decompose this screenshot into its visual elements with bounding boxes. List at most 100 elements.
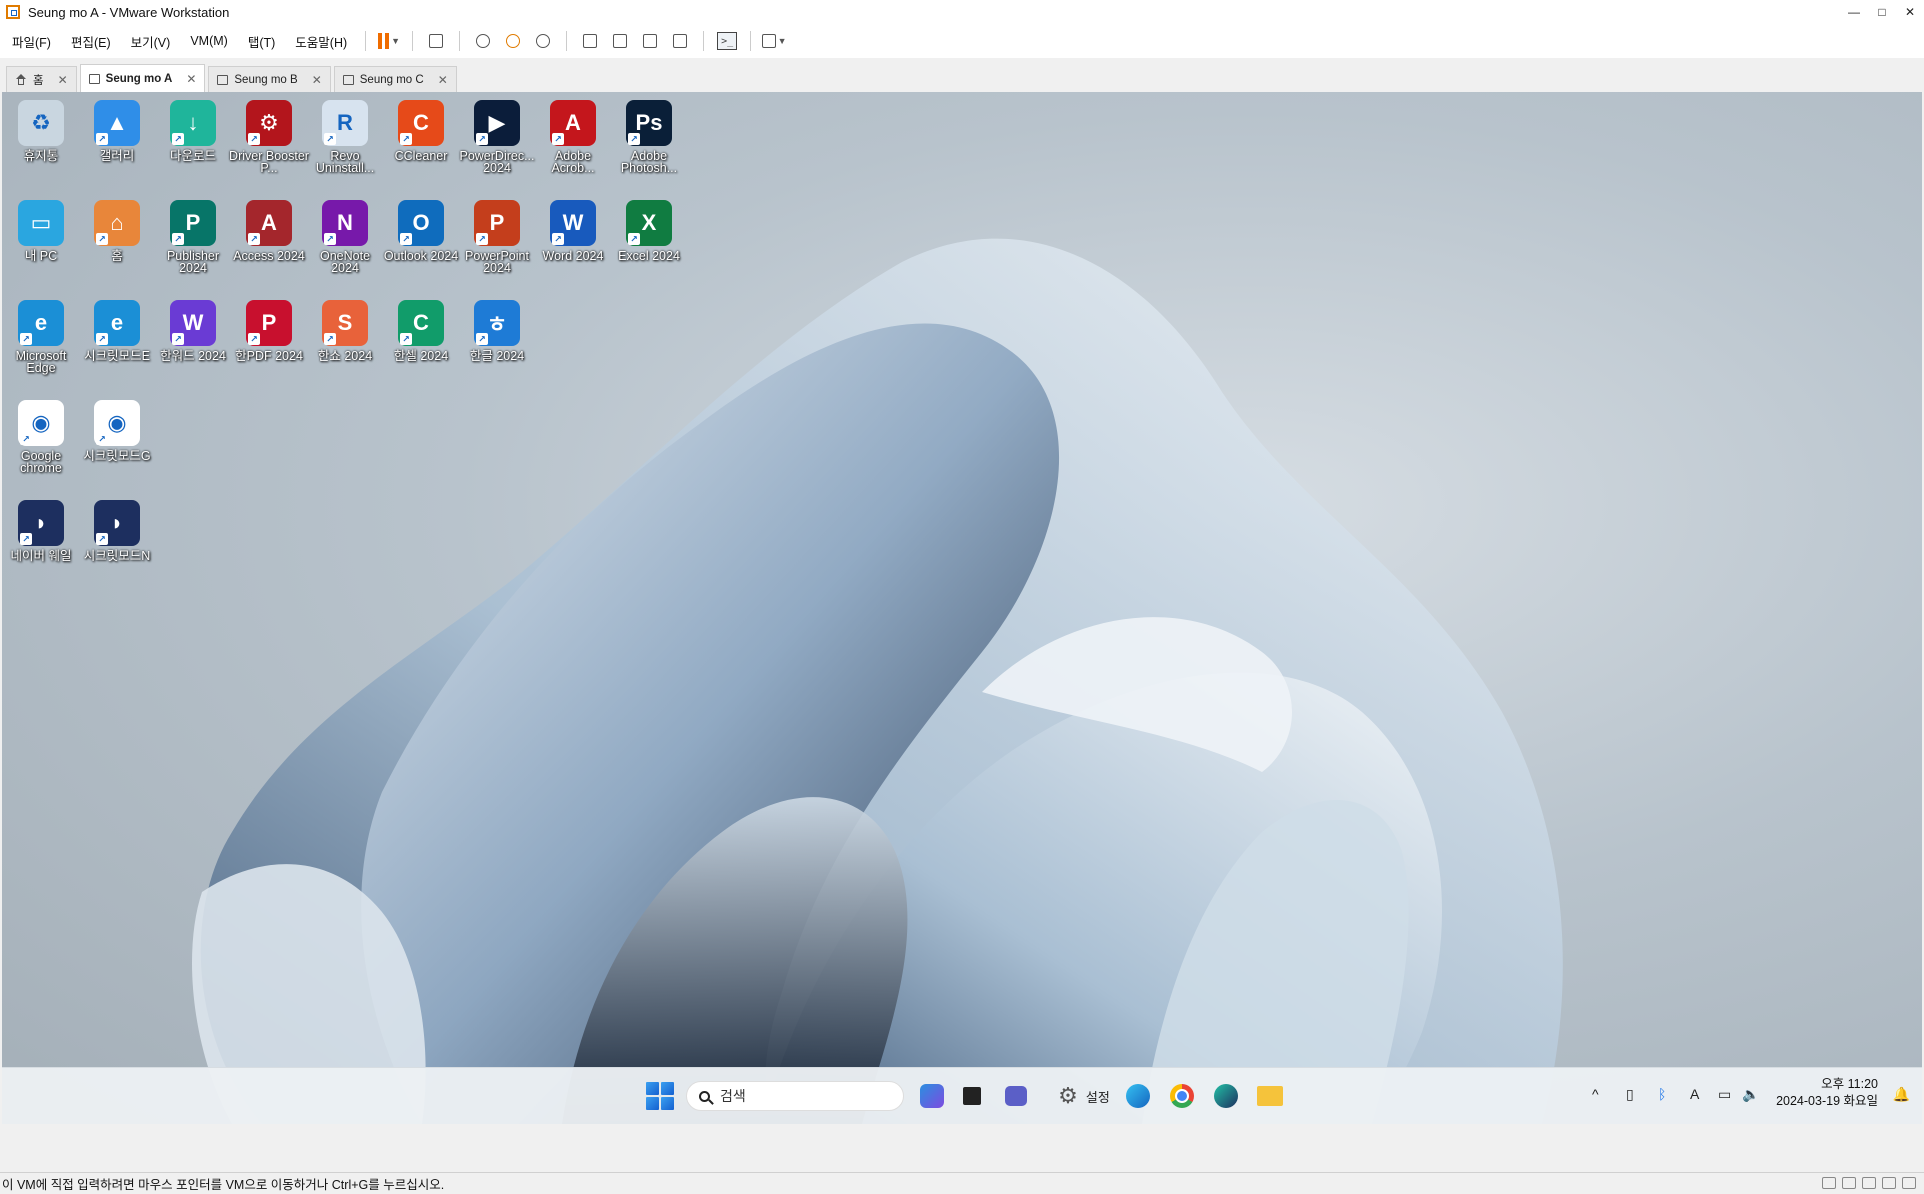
tab-seung-mo-a[interactable]: Seung mo A ✕ bbox=[79, 64, 206, 92]
shortcut-label: 한쇼 2024 bbox=[317, 349, 373, 363]
maximize-button[interactable]: □ bbox=[1868, 0, 1896, 24]
stretch-button[interactable]: ▼ bbox=[761, 28, 787, 54]
pause-button[interactable]: ▼ bbox=[376, 28, 402, 54]
network-status-icon[interactable] bbox=[1862, 1177, 1876, 1189]
shortcut-arrow-icon: ↗ bbox=[476, 133, 488, 145]
desktop-shortcut[interactable]: A ↗ Access 2024 bbox=[232, 200, 306, 262]
notification-bell-icon[interactable]: 🔔 bbox=[1893, 1086, 1910, 1103]
show-library-button[interactable] bbox=[577, 28, 603, 54]
desktop-shortcut[interactable]: ◗ ↗ 네이버 웨일 bbox=[4, 500, 78, 562]
cd-status-icon[interactable] bbox=[1842, 1177, 1856, 1189]
bluetooth-icon[interactable]: ᛒ bbox=[1658, 1086, 1666, 1102]
taskbar-file-explorer[interactable] bbox=[1254, 1080, 1286, 1112]
icon-glyph: X bbox=[641, 210, 657, 235]
close-icon[interactable]: ✕ bbox=[438, 73, 448, 87]
vm-display[interactable]: ♻ 휴지통 ▲ ↗ 갤러리 ↓ ↗ 다운로드 ⚙ ↗ Driver Booster P... R ↗ Re… bbox=[2, 92, 1922, 1124]
unity-button[interactable] bbox=[667, 28, 693, 54]
taskbar-search[interactable]: 검색 bbox=[686, 1080, 904, 1112]
desktop-shortcut[interactable]: e ↗ Microsoft Edge bbox=[4, 300, 78, 374]
desktop-shortcut[interactable]: O ↗ Outlook 2024 bbox=[384, 200, 458, 262]
desktop-shortcut[interactable]: P ↗ 한PDF 2024 bbox=[232, 300, 306, 362]
powerpoint-icon: P ↗ bbox=[474, 200, 520, 246]
desktop-shortcut[interactable]: C ↗ 한셀 2024 bbox=[384, 300, 458, 362]
desktop-shortcut[interactable]: N ↗ OneNote 2024 bbox=[308, 200, 382, 274]
menu-help[interactable]: 도움말(H) bbox=[285, 32, 357, 51]
desktop-shortcut[interactable]: ㅎ ↗ 한글 2024 bbox=[460, 300, 534, 362]
snapshot-icon bbox=[476, 34, 491, 48]
display-status-icon[interactable] bbox=[1902, 1177, 1916, 1189]
shortcut-arrow-icon: ↗ bbox=[476, 333, 488, 345]
menu-edit[interactable]: 편집(E) bbox=[61, 32, 121, 51]
shortcut-arrow-icon: ↗ bbox=[628, 133, 640, 145]
menu-tabs[interactable]: 탭(T) bbox=[238, 32, 285, 51]
menu-file[interactable]: 파일(F) bbox=[0, 32, 61, 51]
desktop-shortcut[interactable]: Ps ↗ Adobe Photosh... bbox=[612, 100, 686, 174]
desktop-shortcut[interactable]: e ↗ 시크릿모드E bbox=[80, 300, 154, 362]
console-button[interactable]: >_ bbox=[714, 28, 740, 54]
send-ctrl-alt-del-button[interactable] bbox=[423, 28, 449, 54]
icon-glyph: ㅎ bbox=[486, 312, 508, 337]
desktop-shortcut[interactable]: W ↗ 한워드 2024 bbox=[156, 300, 230, 362]
desktop-shortcut[interactable]: A ↗ Adobe Acrob... bbox=[536, 100, 610, 174]
desktop-shortcut[interactable]: X ↗ Excel 2024 bbox=[612, 200, 686, 262]
close-button[interactable]: ✕ bbox=[1896, 0, 1924, 24]
full-screen-button[interactable] bbox=[637, 28, 663, 54]
desktop-shortcut[interactable]: R ↗ Revo Uninstall... bbox=[308, 100, 382, 174]
downloads-folder-icon: ↓ ↗ bbox=[170, 100, 216, 146]
icon-glyph: P bbox=[261, 310, 277, 335]
close-icon[interactable]: ✕ bbox=[186, 72, 196, 86]
desktop-shortcut[interactable]: P ↗ Publisher 2024 bbox=[156, 200, 230, 274]
desktop-shortcut[interactable]: C ↗ CCleaner bbox=[384, 100, 458, 162]
tray-overflow-chevron-icon[interactable]: ^ bbox=[1592, 1086, 1599, 1102]
taskbar-chat[interactable] bbox=[1000, 1080, 1032, 1112]
taskbar-clock[interactable]: 오후 11:20 2024-03-19 화요일 bbox=[1776, 1076, 1878, 1110]
desktop-shortcut[interactable]: S ↗ 한쇼 2024 bbox=[308, 300, 382, 362]
sound-status-icon[interactable] bbox=[1882, 1177, 1896, 1189]
shortcut-label: Word 2024 bbox=[542, 249, 604, 263]
revert-snapshot-button[interactable] bbox=[500, 28, 526, 54]
desktop-shortcut[interactable]: ◉ ↗ Google chrome bbox=[4, 400, 78, 474]
hdd-status-icon[interactable] bbox=[1822, 1177, 1836, 1189]
desktop-shortcut[interactable]: ♻ 휴지통 bbox=[4, 100, 78, 162]
shortcut-arrow-icon: ↗ bbox=[20, 533, 32, 545]
volume-icon[interactable]: 🔈 bbox=[1742, 1086, 1759, 1103]
minimize-button[interactable]: — bbox=[1840, 0, 1868, 24]
desktop-shortcut[interactable]: ▭ 내 PC bbox=[4, 200, 78, 262]
shortcut-label: 한셀 2024 bbox=[393, 349, 449, 363]
menu-vm[interactable]: VM(M) bbox=[180, 34, 238, 48]
ime-indicator[interactable]: A bbox=[1690, 1086, 1699, 1102]
tab-seung-mo-c[interactable]: Seung mo C ✕ bbox=[333, 66, 457, 92]
thumbnail-bar-button[interactable] bbox=[607, 28, 633, 54]
edge-icon: e ↗ bbox=[18, 300, 64, 346]
gallery-icon: ▲ ↗ bbox=[94, 100, 140, 146]
desktop-shortcut[interactable]: ⚙ ↗ Driver Booster P... bbox=[229, 100, 309, 174]
adobe-acrobat-icon: A ↗ bbox=[550, 100, 596, 146]
tab-seung-mo-b[interactable]: Seung mo B ✕ bbox=[208, 66, 331, 92]
usb-icon[interactable]: ▯ bbox=[1626, 1086, 1634, 1103]
desktop-shortcut[interactable]: P ↗ PowerPoint 2024 bbox=[460, 200, 534, 274]
snapshot-manager-button[interactable] bbox=[530, 28, 556, 54]
desktop-shortcut[interactable]: ◗ ↗ 시크릿모드N bbox=[80, 500, 154, 562]
menu-view[interactable]: 보기(V) bbox=[121, 32, 181, 51]
desktop-shortcut[interactable]: ↓ ↗ 다운로드 bbox=[156, 100, 230, 162]
thumbnail-icon bbox=[613, 34, 628, 48]
tab-home[interactable]: 홈 ✕ bbox=[6, 66, 77, 92]
snapshot-button[interactable] bbox=[470, 28, 496, 54]
start-button[interactable] bbox=[646, 1080, 674, 1112]
close-icon[interactable]: ✕ bbox=[58, 73, 68, 87]
desktop-shortcut[interactable]: ▲ ↗ 갤러리 bbox=[80, 100, 154, 162]
desktop-shortcut[interactable]: W ↗ Word 2024 bbox=[536, 200, 610, 262]
desktop-shortcut[interactable]: ▶ ↗ PowerDirec... 2024 bbox=[459, 100, 535, 174]
taskbar-chrome[interactable] bbox=[1166, 1080, 1198, 1112]
desktop-shortcut[interactable]: ⌂ ↗ 홈 bbox=[80, 200, 154, 262]
close-icon[interactable]: ✕ bbox=[312, 73, 322, 87]
taskbar-task-view[interactable] bbox=[956, 1080, 988, 1112]
desktop-shortcut[interactable]: ◉ ↗ 시크릿모드G bbox=[80, 400, 154, 462]
taskbar-copilot[interactable] bbox=[916, 1080, 948, 1112]
taskbar-edge[interactable] bbox=[1122, 1080, 1154, 1112]
icon-glyph: ⌂ bbox=[110, 210, 124, 235]
taskbar-whale[interactable] bbox=[1210, 1080, 1242, 1112]
taskbar-settings[interactable]: ⚙ 설정 bbox=[1044, 1080, 1124, 1112]
network-icon[interactable]: ▭ bbox=[1718, 1086, 1731, 1103]
shortcut-arrow-icon: ↗ bbox=[96, 433, 108, 445]
